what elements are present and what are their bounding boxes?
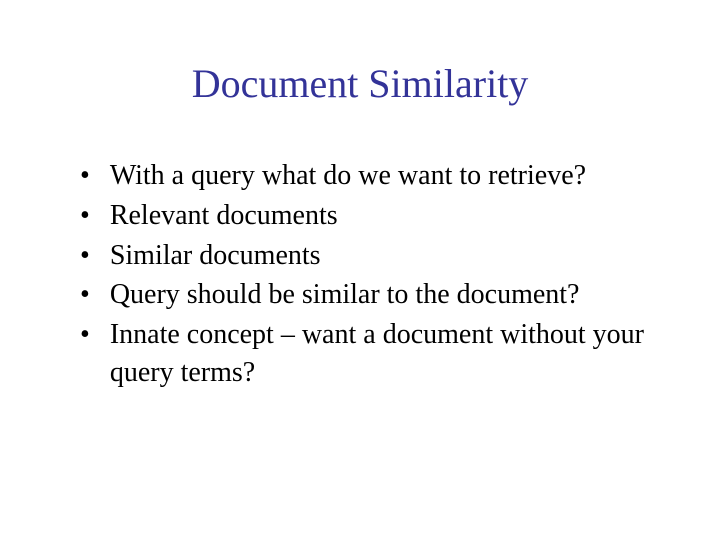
list-item: • Similar documents [80,237,660,275]
list-item: • Innate concept – want a document witho… [80,316,660,392]
slide-title: Document Similarity [60,60,660,107]
bullet-text: With a query what do we want to retrieve… [110,157,660,195]
bullet-icon: • [80,157,90,195]
bullet-icon: • [80,316,90,354]
bullet-text: Similar documents [110,237,660,275]
bullet-icon: • [80,197,90,235]
list-item: • Relevant documents [80,197,660,235]
bullet-text: Query should be similar to the document? [110,276,660,314]
bullet-text: Innate concept – want a document without… [110,316,660,392]
bullet-icon: • [80,237,90,275]
bullet-icon: • [80,276,90,314]
bullet-text: Relevant documents [110,197,660,235]
bullet-list: • With a query what do we want to retrie… [60,157,660,392]
list-item: • Query should be similar to the documen… [80,276,660,314]
list-item: • With a query what do we want to retrie… [80,157,660,195]
